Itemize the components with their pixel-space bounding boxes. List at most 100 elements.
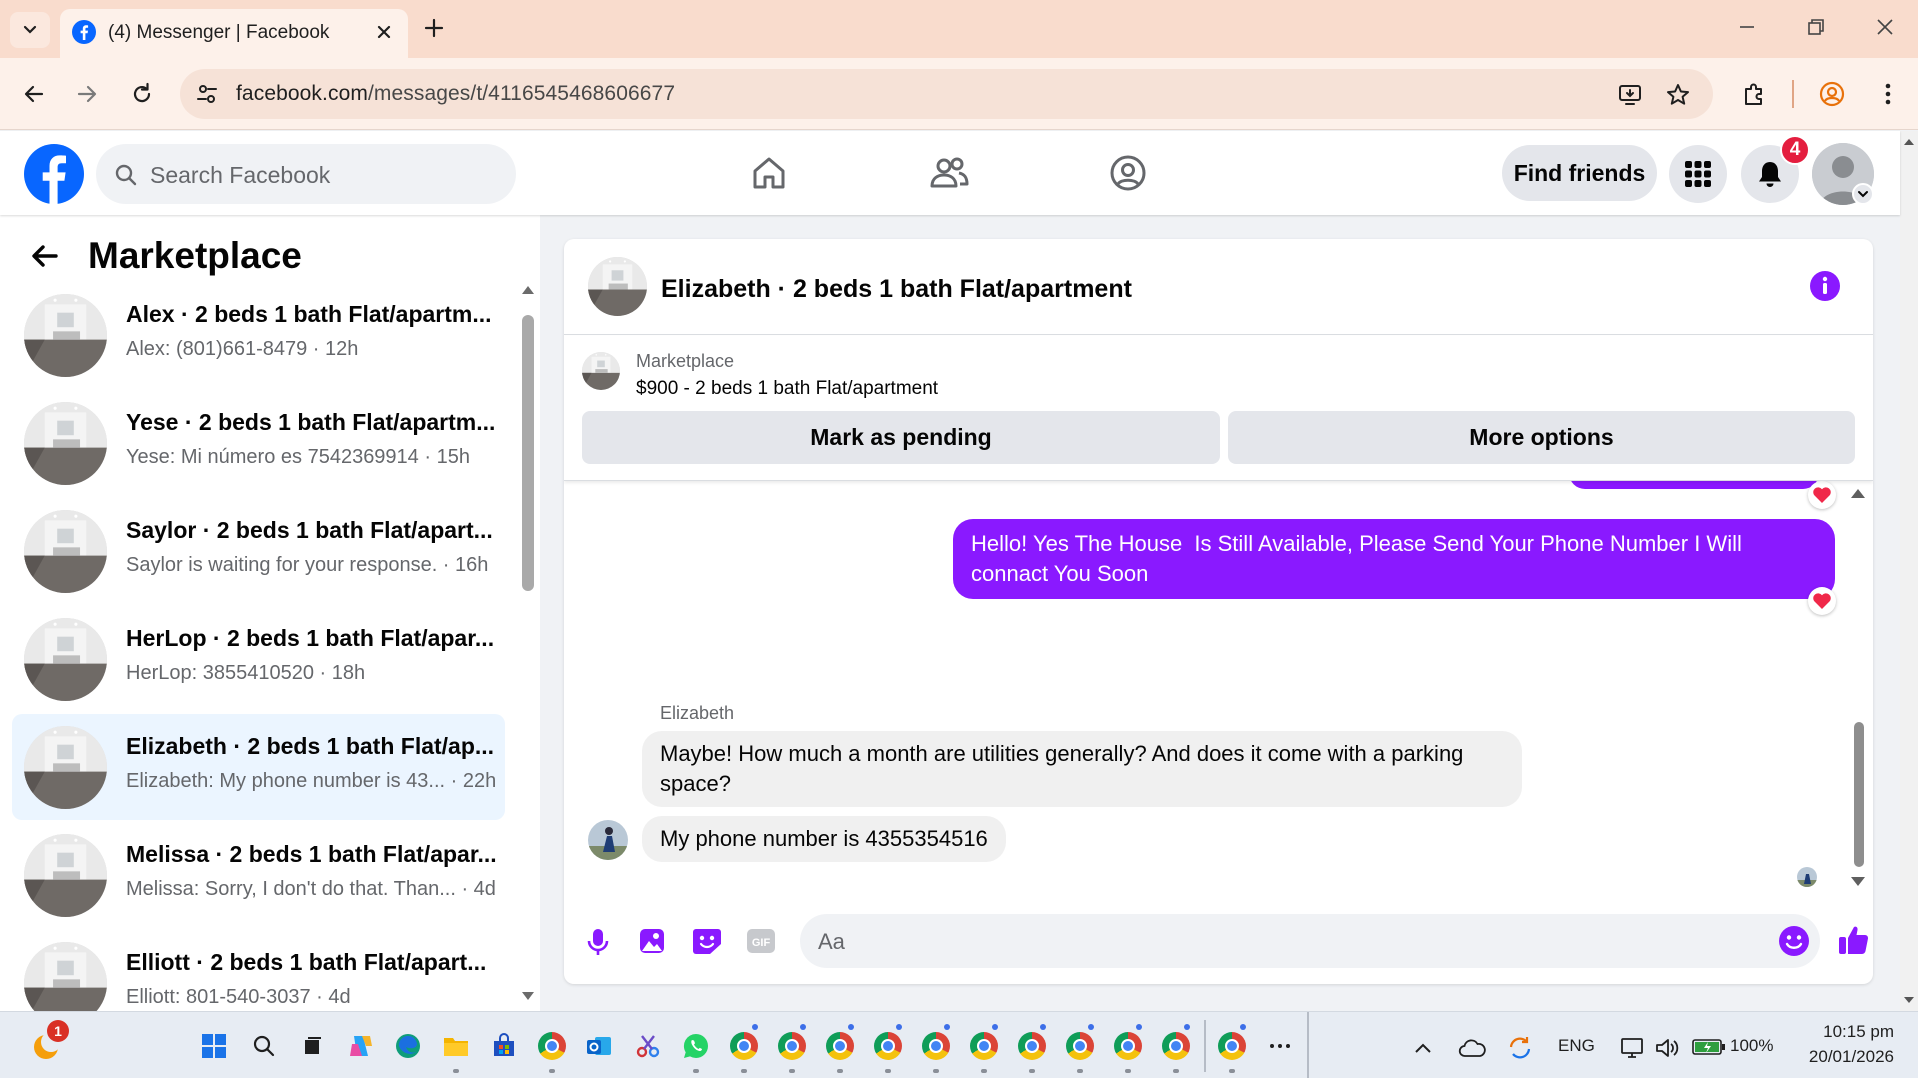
page-scrollbar[interactable] bbox=[1900, 131, 1918, 1011]
conversation-avatar[interactable] bbox=[24, 402, 107, 485]
info-icon[interactable] bbox=[1809, 270, 1841, 302]
menu-button[interactable] bbox=[1669, 145, 1727, 203]
friends-icon[interactable] bbox=[929, 153, 969, 193]
conversation-avatar[interactable] bbox=[24, 834, 107, 917]
scroll-up-icon[interactable] bbox=[1850, 487, 1866, 499]
profile-icon[interactable] bbox=[1818, 80, 1846, 108]
sticker-icon[interactable] bbox=[692, 927, 722, 955]
volume-icon[interactable] bbox=[1654, 1036, 1680, 1060]
scroll-up-icon[interactable] bbox=[522, 285, 534, 295]
close-icon[interactable] bbox=[374, 22, 394, 42]
chevron-up-icon[interactable] bbox=[1413, 1042, 1433, 1054]
incoming-message[interactable]: My phone number is 4355354516 bbox=[642, 816, 1006, 862]
gaming-icon[interactable] bbox=[1108, 153, 1148, 193]
taskbar-chrome-window[interactable] bbox=[776, 1030, 808, 1062]
taskbar-start[interactable] bbox=[198, 1030, 230, 1062]
listing-item[interactable]: $900 - 2 beds 1 bath Flat/apartment bbox=[636, 378, 938, 400]
listing-thumbnail[interactable] bbox=[582, 352, 620, 390]
taskbar-search[interactable] bbox=[248, 1030, 280, 1062]
taskbar-chrome-window[interactable] bbox=[728, 1030, 760, 1062]
clock-time[interactable]: 10:15 pm bbox=[1816, 1022, 1894, 1042]
conversation-item[interactable]: Alex · 2 beds 1 bath Flat/apartm... Alex:… bbox=[12, 282, 505, 388]
conversation-avatar[interactable] bbox=[24, 726, 107, 809]
taskbar-chrome-window[interactable] bbox=[872, 1030, 904, 1062]
conversation-avatar[interactable] bbox=[24, 510, 107, 593]
conversation-item[interactable]: Yese · 2 beds 1 bath Flat/apartm... Yese:… bbox=[12, 390, 505, 496]
sidebar-scroll-thumb[interactable] bbox=[522, 315, 534, 591]
conversation-item[interactable]: Saylor · 2 beds 1 bath Flat/apart... Sayl… bbox=[12, 498, 505, 604]
browser-menu-icon[interactable] bbox=[1874, 80, 1902, 108]
taskbar-file-explorer[interactable] bbox=[440, 1030, 472, 1062]
outgoing-message[interactable]: Hello! Yes The House Is Still Available,… bbox=[953, 519, 1835, 599]
taskbar-chrome-window[interactable] bbox=[1216, 1030, 1248, 1062]
extensions-icon[interactable] bbox=[1740, 80, 1768, 108]
heart-reaction[interactable] bbox=[1808, 587, 1836, 615]
new-tab-icon[interactable] bbox=[420, 14, 448, 42]
sync-icon[interactable] bbox=[1506, 1034, 1534, 1062]
restore-icon[interactable] bbox=[1803, 14, 1829, 40]
reload-icon[interactable] bbox=[128, 80, 156, 108]
conversation-item[interactable]: HerLop · 2 beds 1 bath Flat/apar... HerLo… bbox=[12, 606, 505, 712]
thumbs-up-icon[interactable] bbox=[1837, 923, 1871, 957]
back-arrow-icon[interactable] bbox=[28, 239, 62, 273]
site-info-icon[interactable] bbox=[196, 83, 218, 105]
conversation-avatar[interactable] bbox=[24, 942, 107, 1011]
tab-search-button[interactable] bbox=[10, 12, 50, 48]
taskbar-chrome-window[interactable] bbox=[1160, 1030, 1192, 1062]
more-options-button[interactable]: More options bbox=[1228, 411, 1855, 464]
minimize-icon[interactable] bbox=[1734, 14, 1760, 40]
home-icon[interactable] bbox=[749, 153, 789, 193]
taskbar-task-view[interactable] bbox=[296, 1030, 328, 1062]
taskbar-chrome-window[interactable] bbox=[824, 1030, 856, 1062]
taskbar-chrome-window[interactable] bbox=[920, 1030, 952, 1062]
bookmark-star-icon[interactable] bbox=[1665, 82, 1691, 108]
heart-reaction[interactable] bbox=[1808, 481, 1836, 509]
scroll-down-icon[interactable] bbox=[1850, 876, 1866, 888]
chat-title[interactable]: Elizabeth · 2 beds 1 bath Flat/apartment bbox=[661, 275, 1132, 304]
emoji-icon[interactable] bbox=[1778, 925, 1810, 957]
scroll-down-icon[interactable] bbox=[1904, 995, 1914, 1005]
conversation-avatar[interactable] bbox=[24, 294, 107, 377]
taskbar-overflow[interactable] bbox=[1264, 1030, 1296, 1062]
battery-icon[interactable] bbox=[1692, 1037, 1726, 1057]
taskbar-store[interactable] bbox=[488, 1030, 520, 1062]
network-icon[interactable] bbox=[1620, 1036, 1646, 1060]
address-bar[interactable]: facebook.com/messages/t/4116545468606677 bbox=[180, 69, 1713, 119]
facebook-logo-icon[interactable] bbox=[24, 144, 84, 204]
conversation-item[interactable]: Melissa · 2 beds 1 bath Flat/apar... Meli… bbox=[12, 822, 505, 928]
microphone-icon[interactable] bbox=[584, 927, 612, 957]
message-scroll-thumb[interactable] bbox=[1854, 722, 1864, 867]
onedrive-icon[interactable] bbox=[1458, 1038, 1486, 1058]
taskbar-chrome[interactable] bbox=[536, 1030, 568, 1062]
taskbar-chrome-window[interactable] bbox=[1016, 1030, 1048, 1062]
message-input[interactable]: Aa bbox=[800, 914, 1820, 968]
language-indicator[interactable]: ENG bbox=[1558, 1036, 1595, 1056]
taskbar-chrome-window[interactable] bbox=[1064, 1030, 1096, 1062]
conversation-avatar[interactable] bbox=[24, 618, 107, 701]
window-close-icon[interactable] bbox=[1872, 14, 1898, 40]
facebook-search-input[interactable]: Search Facebook bbox=[96, 144, 516, 204]
taskbar-edge[interactable] bbox=[392, 1030, 424, 1062]
back-arrow-icon[interactable] bbox=[20, 80, 48, 108]
conversation-item[interactable]: Elliott · 2 beds 1 bath Flat/apart... Ell… bbox=[12, 930, 505, 1011]
photo-icon[interactable] bbox=[638, 927, 666, 955]
scroll-down-icon[interactable] bbox=[522, 991, 534, 1001]
install-app-icon[interactable] bbox=[1617, 82, 1643, 108]
taskbar-copilot[interactable] bbox=[344, 1030, 376, 1062]
clock-date[interactable]: 20/01/2026 bbox=[1794, 1047, 1894, 1067]
chat-avatar[interactable] bbox=[588, 257, 647, 316]
find-friends-button[interactable]: Find friends bbox=[1502, 145, 1657, 201]
taskbar-whatsapp[interactable] bbox=[680, 1030, 712, 1062]
taskbar-chrome-window[interactable] bbox=[1112, 1030, 1144, 1062]
taskbar-chrome-window[interactable] bbox=[968, 1030, 1000, 1062]
browser-tab-active[interactable]: (4) Messenger | Facebook bbox=[60, 9, 408, 58]
incoming-message[interactable]: Maybe! How much a month are utilities ge… bbox=[642, 731, 1522, 807]
taskbar-snipping-tool[interactable] bbox=[632, 1030, 664, 1062]
account-chevron[interactable] bbox=[1852, 183, 1874, 205]
mark-as-pending-button[interactable]: Mark as pending bbox=[582, 411, 1220, 464]
sender-avatar[interactable] bbox=[588, 820, 628, 860]
gif-icon[interactable]: GIF bbox=[746, 927, 776, 955]
scroll-up-icon[interactable] bbox=[1904, 137, 1914, 147]
taskbar-outlook[interactable] bbox=[583, 1030, 615, 1062]
forward-arrow-icon[interactable] bbox=[73, 80, 101, 108]
